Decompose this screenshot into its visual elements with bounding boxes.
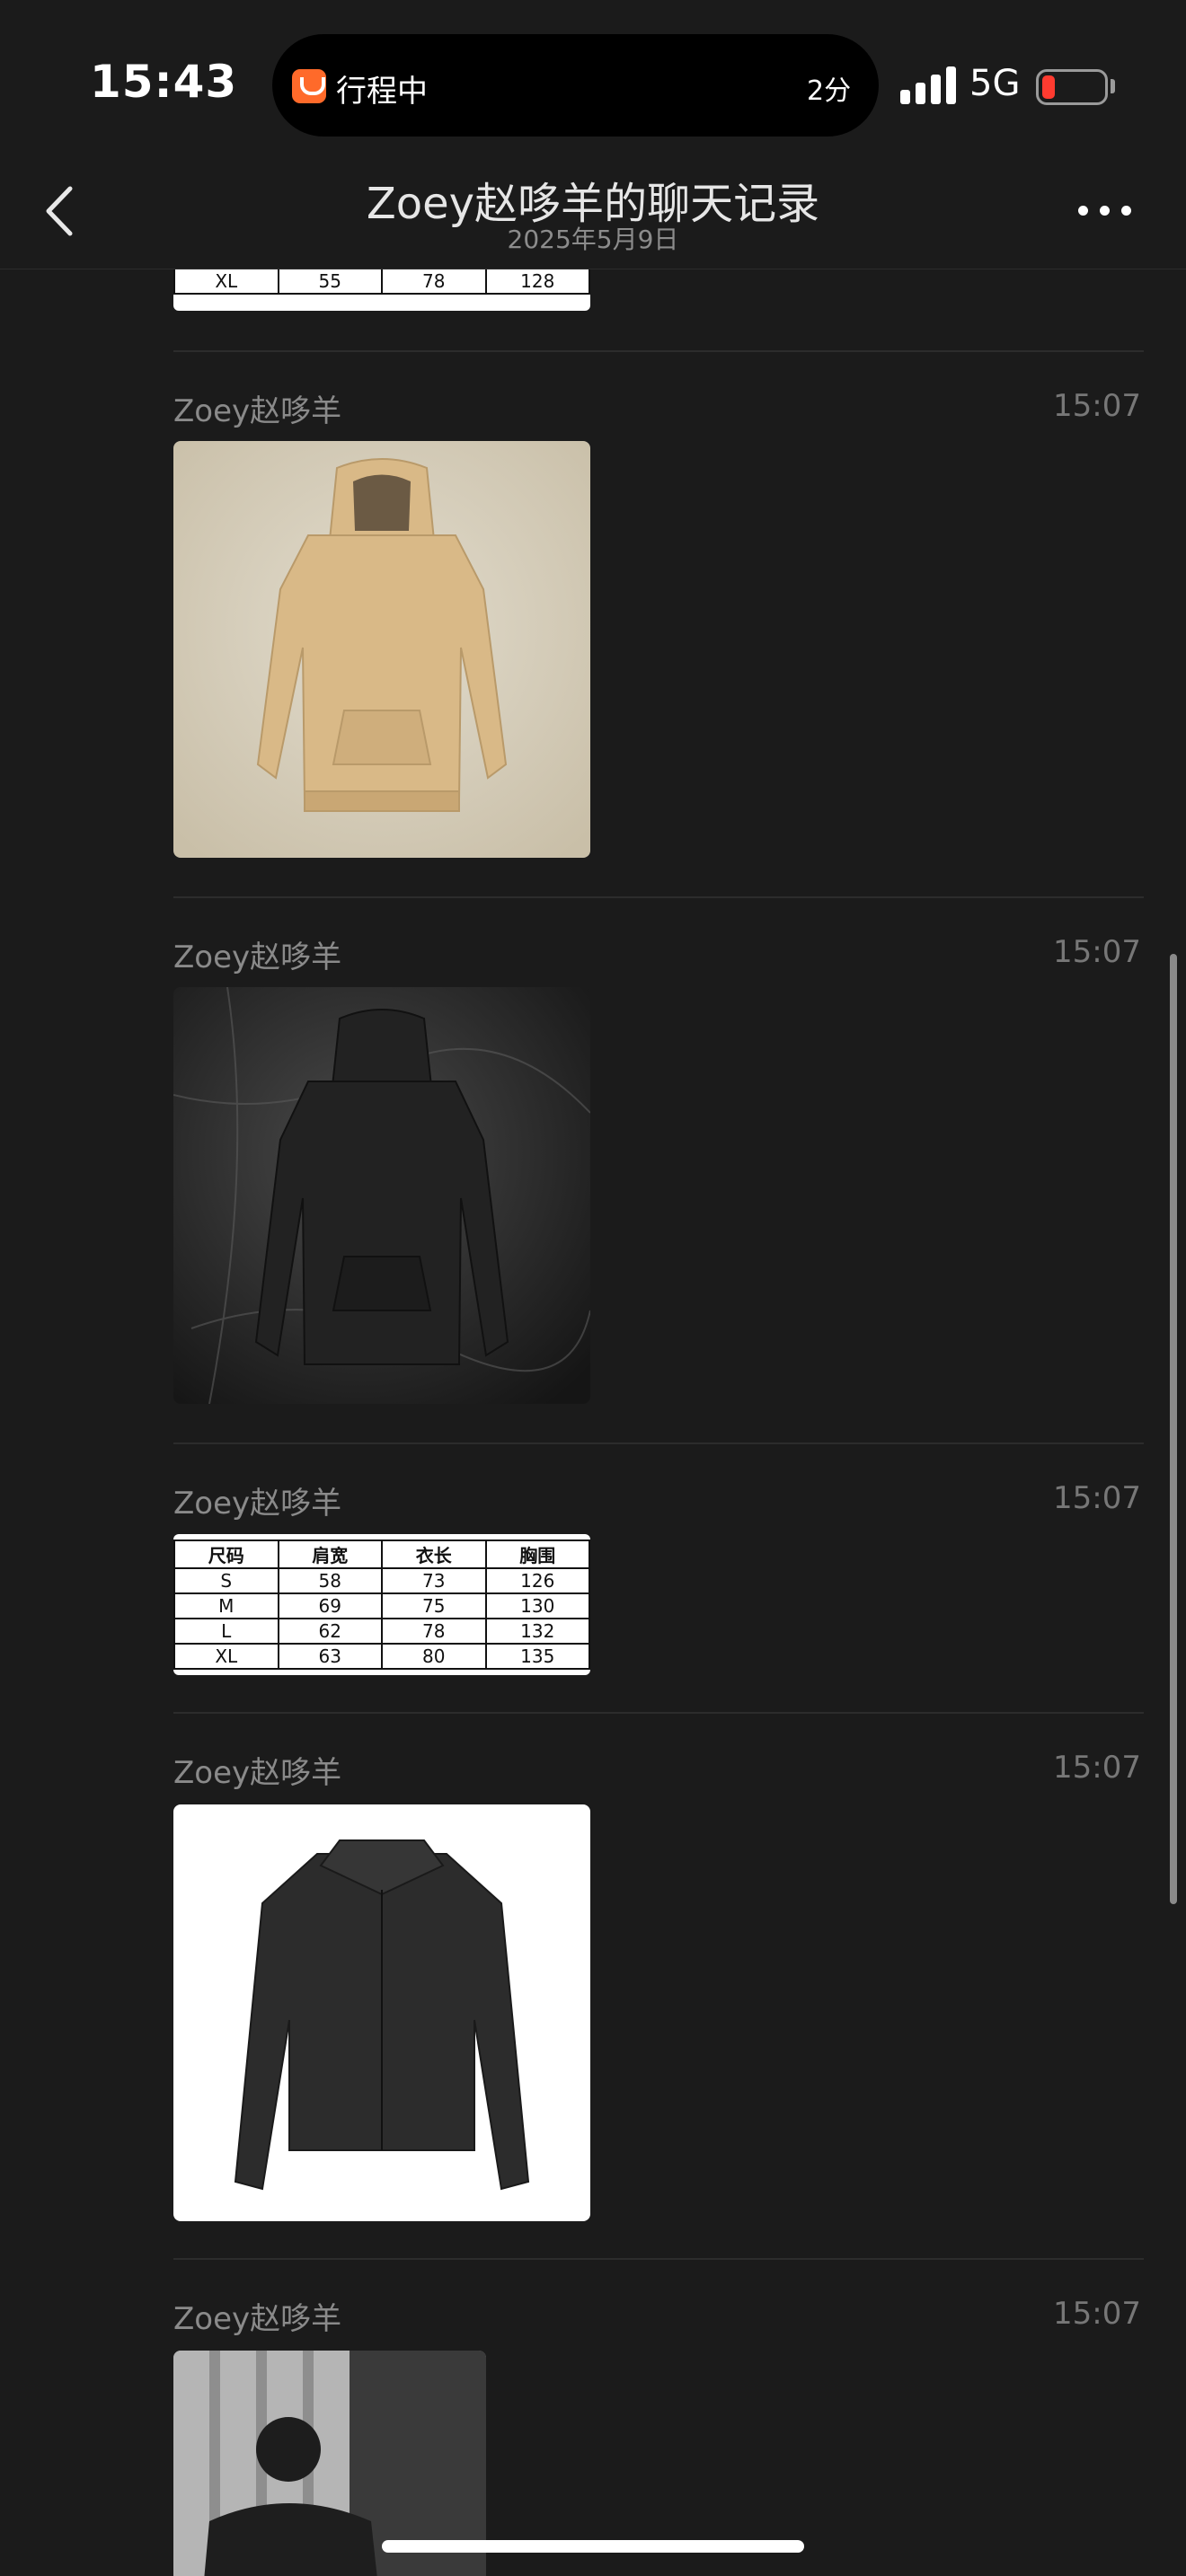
back-button[interactable] bbox=[36, 181, 90, 241]
table-row: S 58 73 126 bbox=[173, 1567, 590, 1594]
live-activity-label: 行程中 bbox=[336, 74, 428, 110]
didi-ride-icon bbox=[292, 69, 326, 103]
message-time: 15:07 bbox=[1053, 934, 1141, 970]
message-divider bbox=[173, 1442, 1144, 1444]
table-row: XL 63 80 135 bbox=[173, 1643, 590, 1670]
message-time: 15:07 bbox=[1053, 1750, 1141, 1786]
message-divider bbox=[173, 2258, 1144, 2260]
page-subtitle-date: 2025年5月9日 bbox=[507, 225, 679, 254]
table-cell: 128 bbox=[484, 269, 590, 295]
size-table[interactable]: 尺码 肩宽 衣长 胸围 S 58 73 126 M 69 75 130 L 62 78 132 X… bbox=[173, 1534, 590, 1675]
status-bar: 15:43 行程中 2分 5G bbox=[0, 0, 1186, 153]
scrollbar[interactable] bbox=[1170, 954, 1177, 1904]
table-cell: 78 bbox=[381, 269, 487, 295]
table-cell: 135 bbox=[484, 1643, 590, 1670]
table-cell: 80 bbox=[381, 1643, 487, 1670]
message-time: 15:07 bbox=[1053, 1480, 1141, 1516]
table-cell: L bbox=[173, 1618, 279, 1645]
message-divider bbox=[173, 1712, 1144, 1714]
table-header: 肩宽 bbox=[277, 1539, 383, 1569]
cellular-signal-icon bbox=[900, 65, 956, 104]
message-sender[interactable]: Zoey赵哆羊 bbox=[173, 2294, 341, 2338]
message-divider bbox=[173, 896, 1144, 898]
table-header: 胸围 bbox=[484, 1539, 590, 1569]
battery-tip bbox=[1111, 79, 1115, 93]
message-sender[interactable]: Zoey赵哆羊 bbox=[173, 1478, 341, 1522]
table-cell: 132 bbox=[484, 1618, 590, 1645]
ellipsis-icon bbox=[1078, 206, 1088, 216]
table-cell: 73 bbox=[381, 1567, 487, 1594]
table-cell: M bbox=[173, 1592, 279, 1619]
table-cell: 78 bbox=[381, 1618, 487, 1645]
message-sender[interactable]: Zoey赵哆羊 bbox=[173, 932, 341, 976]
more-button[interactable] bbox=[1076, 198, 1137, 225]
status-time: 15:43 bbox=[90, 56, 238, 108]
table-cell: 58 bbox=[277, 1567, 383, 1594]
message-sender[interactable]: Zoey赵哆羊 bbox=[173, 1748, 341, 1792]
table-cell: 130 bbox=[484, 1592, 590, 1619]
table-cell: 62 bbox=[277, 1618, 383, 1645]
table-row: M 69 75 130 bbox=[173, 1592, 590, 1619]
black-zip-jacket-photo[interactable] bbox=[173, 1804, 590, 2221]
table-cell: XL bbox=[173, 1643, 279, 1670]
chat-history-list[interactable]: L5477124 XL5578128 Zoey赵哆羊 15:07 Zoey赵哆羊 bbox=[0, 269, 1186, 2576]
home-indicator[interactable] bbox=[382, 2540, 804, 2553]
battery-icon bbox=[1036, 69, 1108, 105]
table-header: 衣长 bbox=[381, 1539, 487, 1569]
message-time: 15:07 bbox=[1053, 388, 1141, 424]
table-row: L 62 78 132 bbox=[173, 1618, 590, 1645]
network-type: 5G bbox=[969, 63, 1021, 104]
black-hoodie-photo[interactable] bbox=[173, 987, 590, 1404]
live-activity-time: 2分 bbox=[807, 75, 852, 107]
table-cell: 55 bbox=[277, 269, 383, 295]
chevron-left-icon bbox=[46, 186, 73, 236]
table-cell: 126 bbox=[484, 1567, 590, 1594]
table-cell: S bbox=[173, 1567, 279, 1594]
beige-hoodie-photo[interactable] bbox=[173, 441, 590, 858]
table-header: 尺码 bbox=[173, 1539, 279, 1569]
table-cell: 75 bbox=[381, 1592, 487, 1619]
table-cell: XL bbox=[173, 269, 279, 295]
size-table-partial[interactable]: L5477124 XL5578128 bbox=[173, 269, 590, 311]
table-cell: 69 bbox=[277, 1592, 383, 1619]
message-sender[interactable]: Zoey赵哆羊 bbox=[173, 386, 341, 430]
nav-bar: Zoey赵哆羊的聊天记录 2025年5月9日 bbox=[0, 153, 1186, 269]
message-divider bbox=[173, 350, 1144, 352]
table-cell: 63 bbox=[277, 1643, 383, 1670]
message-time: 15:07 bbox=[1053, 2296, 1141, 2332]
